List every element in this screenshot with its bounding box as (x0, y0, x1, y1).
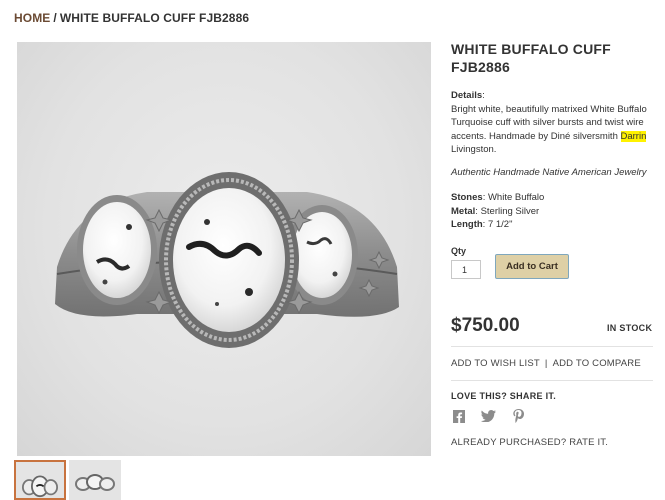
thumbnail-2[interactable] (69, 460, 121, 500)
share-title: LOVE THIS? SHARE IT. (451, 391, 557, 401)
product-title: WHITE BUFFALO CUFF FJB2886 (451, 41, 611, 75)
qty-label: Qty (451, 246, 467, 256)
actions-separator: | (544, 358, 548, 369)
thumbnail-cuff-image (75, 474, 115, 491)
spec-value: : Sterling Silver (475, 205, 540, 217)
twitter-icon[interactable] (480, 408, 496, 424)
pinterest-icon[interactable] (510, 408, 526, 424)
product-tagline: Authentic Handmade Native American Jewel… (451, 167, 647, 178)
product-main-image[interactable] (17, 42, 431, 456)
spec-value: : White Buffalo (482, 192, 545, 203)
thumbnail-1[interactable] (14, 460, 66, 500)
breadcrumb-home-link[interactable]: HOME (14, 11, 50, 25)
divider (451, 346, 653, 347)
product-details: Details: Bright white, beautifully matri… (451, 89, 661, 157)
details-text: Bright white, beautifully matrixed White… (451, 103, 647, 142)
details-text-end: Livingston. (451, 144, 497, 155)
add-to-wishlist-link[interactable]: ADD TO WISH LIST (451, 358, 540, 369)
details-highlighted-text: Darrin (620, 130, 647, 142)
spec-label: Length (451, 219, 483, 230)
add-to-compare-link[interactable]: ADD TO COMPARE (553, 358, 641, 369)
spec-metal: Metal: Sterling Silver (451, 205, 544, 219)
details-colon: : (482, 90, 485, 101)
spec-length: Length: 7 1/2" (451, 218, 544, 232)
spec-value: : 7 1/2" (482, 219, 513, 230)
breadcrumb-current: WHITE BUFFALO CUFF FJB2886 (59, 11, 250, 25)
cuff-bracelet-photo (55, 172, 399, 348)
divider (451, 380, 653, 381)
add-to-cart-button[interactable]: Add to Cart (495, 254, 569, 279)
facebook-icon[interactable] (451, 408, 467, 424)
rate-it-link[interactable]: ALREADY PURCHASED? RATE IT. (451, 437, 608, 448)
details-label: Details (451, 90, 483, 101)
spec-stones: Stones: White Buffalo (451, 191, 544, 205)
thumbnail-cuff-image (22, 475, 59, 498)
qty-input[interactable] (451, 260, 481, 279)
breadcrumb-separator: / (53, 11, 57, 25)
breadcrumb: HOME / WHITE BUFFALO CUFF FJB2886 (14, 11, 249, 25)
wishlist-compare-row: ADD TO WISH LIST | ADD TO COMPARE (451, 358, 641, 369)
spec-label: Metal (451, 205, 476, 217)
product-price: $750.00 (451, 315, 520, 336)
stock-status: IN STOCK (607, 323, 653, 333)
spec-label: Stones (451, 192, 483, 203)
product-specs: Stones: White Buffalo Metal: Sterling Si… (451, 191, 544, 232)
